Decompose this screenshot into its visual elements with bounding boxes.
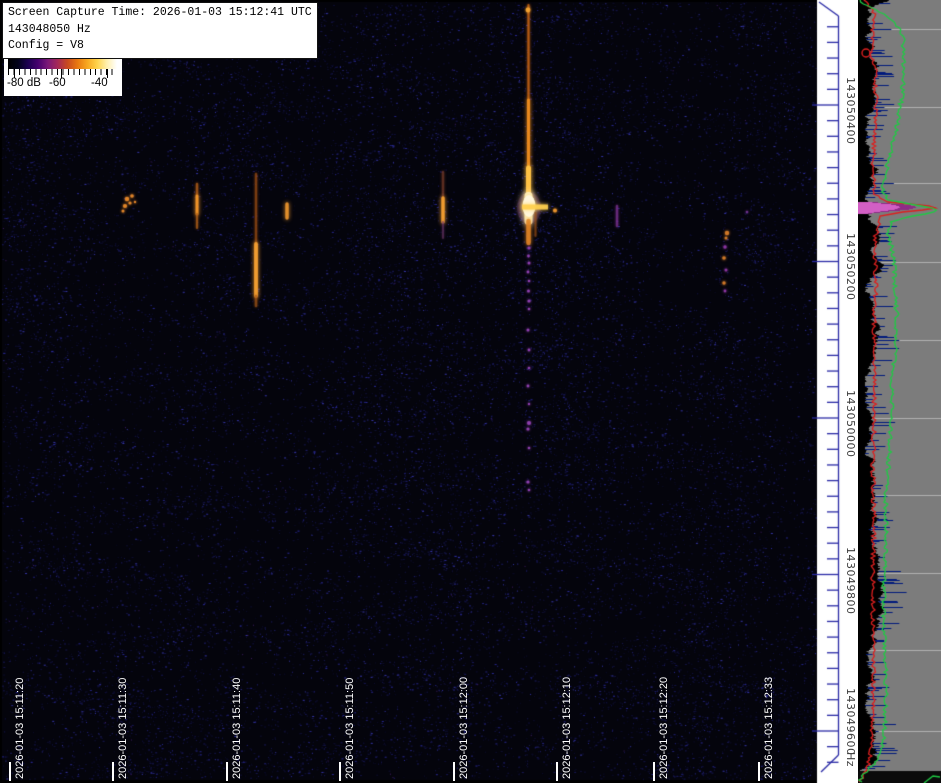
time-axis-label: 2026-01-03 15:12:00	[458, 676, 470, 779]
time-axis-label: 2026-01-03 15:12:33	[763, 676, 775, 779]
time-axis-label: 2026-01-03 15:11:30	[117, 677, 129, 779]
spectrogram-app: Screen Capture Time: 2026-01-03 15:12:41…	[0, 0, 941, 783]
colorbar-label-mid: -60	[49, 77, 66, 89]
time-axis-tick	[226, 762, 228, 781]
freq-axis-label: 143050200	[844, 233, 857, 301]
capture-time-text: Screen Capture Time: 2026-01-03 15:12:41…	[8, 6, 312, 19]
time-axis-tick	[556, 762, 558, 781]
waterfall-spectrogram	[0, 0, 819, 783]
freq-axis-unit: Hz	[844, 752, 857, 768]
time-axis-label: 2026-01-03 15:11:20	[14, 677, 26, 779]
time-axis-label: 2026-01-03 15:12:10	[561, 676, 573, 779]
time-axis-tick	[758, 762, 760, 781]
spectrum-panel	[858, 0, 941, 783]
config-readout: Config = V8	[8, 39, 84, 52]
time-axis-tick	[112, 762, 114, 781]
frequency-readout: 143048050 Hz	[8, 22, 91, 36]
time-axis-label: 2026-01-03 15:11:50	[344, 677, 356, 779]
time-axis-label: 2026-01-03 15:11:40	[231, 677, 243, 779]
time-axis-tick	[9, 762, 11, 781]
time-axis-tick	[453, 762, 455, 781]
colorbar-label-min: -80 dB	[7, 77, 41, 89]
capture-info-box: Screen Capture Time: 2026-01-03 15:12:41…	[2, 2, 318, 59]
freq-axis-label: 143050000	[844, 390, 857, 458]
colorbar-label-max: -40	[91, 77, 108, 89]
time-axis-tick	[653, 762, 655, 781]
colorbar-legend: -80 dB -60 -40	[4, 54, 122, 96]
freq-axis-label: 143050400	[844, 77, 857, 145]
time-axis-label: 2026-01-03 15:12:20	[658, 676, 670, 779]
colorbar-minor-ticks	[8, 69, 117, 75]
freq-axis-label: 143049800	[844, 547, 857, 615]
freq-axis-label: 143049600	[844, 688, 857, 756]
time-axis-tick	[339, 762, 341, 781]
